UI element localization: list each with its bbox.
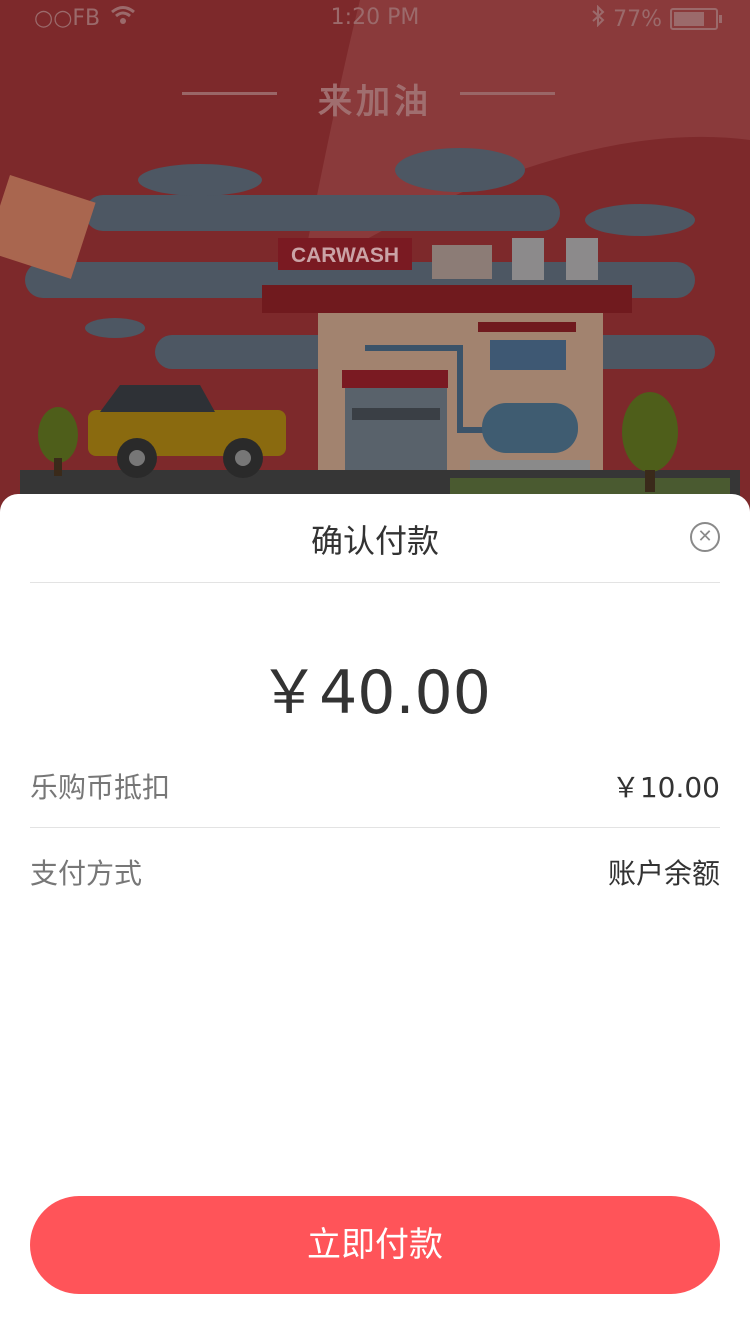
- payment-sheet: 确认付款 ✕ ￥40.00 乐购币抵扣 ￥10.00 支付方式 账户余额 立即付…: [0, 494, 750, 1334]
- payment-amount: ￥40.00: [259, 658, 491, 728]
- banner-title: 来加油: [318, 82, 432, 122]
- title-line-right: [460, 92, 555, 95]
- coin-deduction-label: 乐购币抵扣: [30, 771, 171, 804]
- coin-deduction-value: ￥10.00: [611, 771, 720, 804]
- battery-percent: 77%: [613, 6, 662, 32]
- payment-method-label: 支付方式: [30, 857, 143, 890]
- battery-fill: [674, 12, 704, 26]
- payment-method-row[interactable]: 支付方式 账户余额: [30, 852, 720, 892]
- svg-text:CARWASH: CARWASH: [291, 244, 399, 267]
- battery-icon: [670, 8, 722, 30]
- row-divider: [30, 827, 720, 828]
- close-icon[interactable]: ✕: [690, 522, 720, 552]
- payment-method-value: 账户余额: [607, 857, 720, 890]
- pay-now-button[interactable]: 立即付款: [30, 1196, 720, 1294]
- coin-deduction-row: 乐购币抵扣 ￥10.00: [30, 766, 720, 806]
- bluetooth-icon: [591, 4, 605, 33]
- banner-background: CARWASH 来加油: [0, 0, 750, 560]
- title-divider: [30, 582, 720, 583]
- sheet-title: 确认付款: [310, 522, 439, 560]
- status-bar: ○○FB 1:20 PM 77%: [0, 0, 750, 40]
